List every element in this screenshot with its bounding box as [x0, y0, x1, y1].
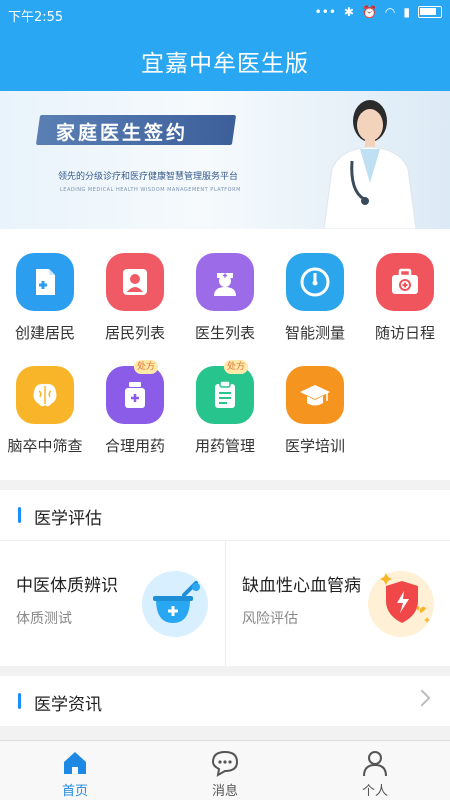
section-accent-bar [18, 693, 21, 709]
prescription-badge: 处方 [224, 360, 249, 374]
home-icon [64, 752, 86, 774]
alarm-icon: ⏰ [361, 5, 377, 19]
medical-kit-icon [376, 253, 434, 311]
tab-messages[interactable]: 消息 [150, 741, 300, 800]
action-rational-medication[interactable]: 处方 合理用药 [90, 342, 180, 455]
section-title: 医学评估 [34, 509, 102, 529]
app-header: 下午2:55 ••• ✱ ⏰ ◠ ▮ 宜嘉中牟医生版 [0, 0, 450, 91]
section-header-news[interactable]: 医学资讯 [0, 676, 450, 726]
clipboard-icon [196, 366, 254, 424]
card-ischemic-cardio[interactable]: 缺血性心血管病 风险评估 [225, 541, 450, 667]
banner-english: LEADING MEDICAL HEALTH WISDOM MANAGEMENT… [60, 187, 241, 193]
action-stroke-screening[interactable]: 脑卒中筛查 [0, 342, 90, 455]
banner-headline: 家庭医生签约 [56, 122, 189, 144]
evaluation-cards: 中医体质辨识 体质测试 缺血性心血管病 风险评估 [0, 540, 450, 667]
gauge-icon [286, 253, 344, 311]
tab-home[interactable]: 首页 [0, 741, 150, 800]
action-label: 创建居民 [14, 324, 75, 342]
promo-banner[interactable]: 家庭医生签约 领先的分级诊疗和医疗健康智慧管理服务平台 LEADING MEDI… [0, 91, 450, 229]
card-subtitle: 体质测试 [16, 611, 72, 627]
user-icon [363, 751, 387, 777]
action-label: 医学培训 [284, 437, 345, 455]
action-label: 脑卒中筛查 [7, 437, 83, 455]
tab-label: 首页 [61, 784, 88, 799]
action-followup-schedule[interactable]: 随访日程 [360, 229, 450, 342]
banner-slogan: 领先的分级诊疗和医疗健康智慧管理服务平台 [58, 172, 239, 182]
heart-shield-icon [380, 573, 430, 623]
nurse-icon [196, 253, 254, 311]
action-create-resident[interactable]: 创建居民 [0, 229, 90, 342]
card-title: 中医体质辨识 [16, 576, 118, 596]
more-dots-icon: ••• [314, 5, 336, 19]
status-time: 下午2:55 [8, 10, 64, 25]
message-icon [211, 750, 239, 777]
action-medical-training[interactable]: 医学培训 [270, 342, 360, 455]
prescription-badge: 处方 [134, 360, 159, 374]
action-medication-management[interactable]: 处方 用药管理 [180, 342, 270, 455]
brain-icon [16, 366, 74, 424]
action-doctor-list[interactable]: 医生列表 [180, 229, 270, 342]
status-bar: 下午2:55 ••• ✱ ⏰ ◠ ▮ [0, 0, 450, 28]
medicine-bottle-icon [106, 366, 164, 424]
action-resident-list[interactable]: 居民列表 [90, 229, 180, 342]
signal-icon: ▮ [403, 5, 410, 19]
chevron-right-icon [413, 689, 431, 707]
action-label: 合理用药 [104, 437, 165, 455]
section-title: 医学资讯 [34, 695, 102, 715]
page-title: 宜嘉中牟医生版 [141, 51, 309, 77]
wifi-icon: ◠ [384, 5, 396, 19]
section-accent-bar [18, 507, 21, 523]
person-icon [106, 253, 164, 311]
add-document-icon [16, 253, 74, 311]
card-subtitle: 风险评估 [242, 611, 298, 627]
bluetooth-icon: ✱ [343, 5, 354, 19]
card-title: 缺血性心血管病 [242, 576, 361, 596]
action-smart-measure[interactable]: 智能测量 [270, 229, 360, 342]
tab-label: 消息 [211, 784, 238, 799]
quick-actions-grid: 创建居民 居民列表 医生列表 智能测量 随访日程 脑卒中筛查 处方 合理用药 处… [0, 229, 450, 480]
doctor-illustration [323, 100, 417, 229]
section-header-evaluation: 医学评估 [0, 490, 450, 540]
action-label: 用药管理 [194, 437, 255, 455]
bottom-tab-bar: 首页 消息 个人 [0, 740, 450, 800]
tab-profile[interactable]: 个人 [300, 741, 450, 800]
action-label: 居民列表 [104, 324, 165, 342]
action-label: 随访日程 [374, 324, 435, 342]
action-label: 医生列表 [194, 324, 255, 342]
status-icons: ••• ✱ ⏰ ◠ ▮ [315, 5, 442, 19]
battery-icon [418, 6, 442, 18]
tab-label: 个人 [361, 784, 388, 799]
mortar-icon [153, 581, 200, 623]
card-tcm-constitution[interactable]: 中医体质辨识 体质测试 [0, 541, 225, 667]
action-label: 智能测量 [284, 324, 345, 342]
graduation-cap-icon [286, 366, 344, 424]
